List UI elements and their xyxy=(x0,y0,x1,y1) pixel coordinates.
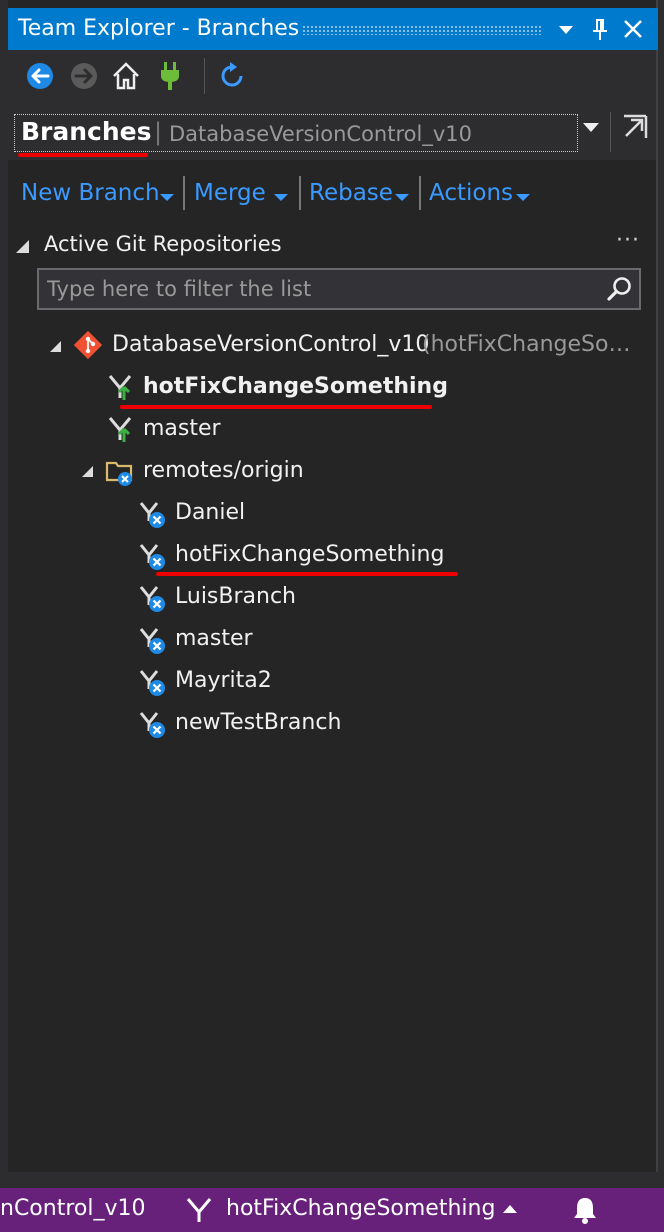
toolbar xyxy=(8,50,656,102)
page-selector[interactable]: Branches | DatabaseVersionControl_v10 xyxy=(14,114,578,152)
page-title: Branches xyxy=(21,117,152,146)
remote-folder-row[interactable]: remotes/origin xyxy=(76,452,636,492)
remote-name: remotes/origin xyxy=(143,458,304,483)
chevron-up-icon[interactable] xyxy=(502,1204,518,1214)
remote-folder-icon xyxy=(105,461,133,486)
repository-row[interactable]: DatabaseVersionControl_v10 (hotFixChange… xyxy=(40,326,640,366)
repository-current-branch-hint: (hotFixChangeSo… xyxy=(422,332,631,357)
window-menu-dropdown-icon[interactable] xyxy=(551,14,581,44)
new-branch-link[interactable]: New Branch xyxy=(21,180,160,206)
back-icon[interactable] xyxy=(24,60,56,92)
undock-page-icon[interactable] xyxy=(620,112,650,142)
git-repository-icon xyxy=(73,330,103,360)
active-git-repositories-header[interactable]: Active Git Repositories ··· xyxy=(10,228,650,264)
window-title: Team Explorer - Branches xyxy=(18,16,300,41)
remote-branch-name: master xyxy=(175,626,253,651)
branch-icon xyxy=(186,1198,212,1222)
page-navigation: Branches | DatabaseVersionControl_v10 xyxy=(8,102,656,160)
action-separator xyxy=(299,176,301,210)
remote-branch-row[interactable]: LuisBranch xyxy=(136,578,636,618)
remote-branch-row[interactable]: newTestBranch xyxy=(136,704,636,744)
repository-name-label: DatabaseVersionControl_v10 xyxy=(112,332,430,357)
branch-actions: New Branch Merge Rebase Actions xyxy=(8,168,648,218)
local-branch-icon xyxy=(108,375,132,400)
filter-box xyxy=(37,268,641,310)
page-title-separator: | xyxy=(154,118,163,146)
branch-row-master[interactable]: master xyxy=(104,410,644,450)
actions-dropdown-icon[interactable] xyxy=(516,194,530,201)
remote-branch-name: Mayrita2 xyxy=(175,668,272,693)
action-separator xyxy=(183,176,185,210)
new-branch-dropdown-icon[interactable] xyxy=(160,194,174,201)
annotation-underline-local-branch xyxy=(120,405,432,409)
annotation-underline-branches xyxy=(18,153,148,157)
home-icon[interactable] xyxy=(110,60,142,92)
collapse-repository-icon[interactable] xyxy=(50,341,61,352)
search-icon[interactable] xyxy=(605,275,633,303)
remote-branch-row[interactable]: master xyxy=(136,620,636,660)
collapse-section-icon[interactable] xyxy=(16,240,29,253)
close-icon[interactable] xyxy=(618,14,648,44)
title-bar[interactable]: Team Explorer - Branches xyxy=(8,8,658,50)
remote-branch-icon xyxy=(139,544,165,570)
status-branch[interactable]: hotFixChangeSomething xyxy=(226,1196,495,1221)
remote-branch-icon xyxy=(139,628,165,654)
remote-branch-icon xyxy=(139,670,165,696)
remote-branch-name: LuisBranch xyxy=(175,584,296,609)
local-branch-icon xyxy=(108,417,132,442)
merge-dropdown-icon[interactable] xyxy=(274,194,288,201)
collapse-remote-icon[interactable] xyxy=(82,466,93,477)
forward-icon[interactable] xyxy=(68,60,100,92)
refresh-icon[interactable] xyxy=(216,60,248,92)
remote-branch-icon xyxy=(139,712,165,738)
actions-link[interactable]: Actions xyxy=(429,180,513,206)
remote-branch-name: Daniel xyxy=(175,500,246,525)
action-separator xyxy=(419,176,421,210)
repository-name: DatabaseVersionControl_v10 xyxy=(169,122,472,146)
branch-row-hotfixchangesomething[interactable]: hotFixChangeSomething xyxy=(104,368,644,408)
more-options-icon[interactable]: ··· xyxy=(616,228,640,253)
filter-input[interactable] xyxy=(39,270,607,308)
merge-link[interactable]: Merge xyxy=(194,180,266,206)
remote-branch-name: newTestBranch xyxy=(175,710,342,735)
connect-plug-icon[interactable] xyxy=(154,60,186,92)
toolbar-separator xyxy=(204,58,205,94)
drag-grip[interactable] xyxy=(302,25,542,35)
remote-branch-row[interactable]: Daniel xyxy=(136,494,636,534)
section-title: Active Git Repositories xyxy=(44,232,282,256)
status-repository[interactable]: nControl_v10 xyxy=(0,1196,145,1221)
remote-branch-row[interactable]: hotFixChangeSomething xyxy=(136,536,636,576)
rebase-dropdown-icon[interactable] xyxy=(395,194,409,201)
nav-separator xyxy=(610,112,611,152)
pin-icon[interactable] xyxy=(585,14,615,44)
rebase-link[interactable]: Rebase xyxy=(309,180,393,206)
branch-name: hotFixChangeSomething xyxy=(143,374,448,399)
status-bar: nControl_v10 hotFixChangeSomething xyxy=(0,1188,664,1232)
remote-branch-icon xyxy=(139,502,165,528)
remote-branch-row[interactable]: Mayrita2 xyxy=(136,662,636,702)
branch-name: master xyxy=(143,416,221,441)
annotation-underline-remote-branch xyxy=(156,572,458,576)
remote-branch-name: hotFixChangeSomething xyxy=(175,542,445,567)
remote-branch-icon xyxy=(139,586,165,612)
page-dropdown-icon[interactable] xyxy=(582,122,600,134)
notifications-bell-icon[interactable] xyxy=(570,1195,600,1225)
